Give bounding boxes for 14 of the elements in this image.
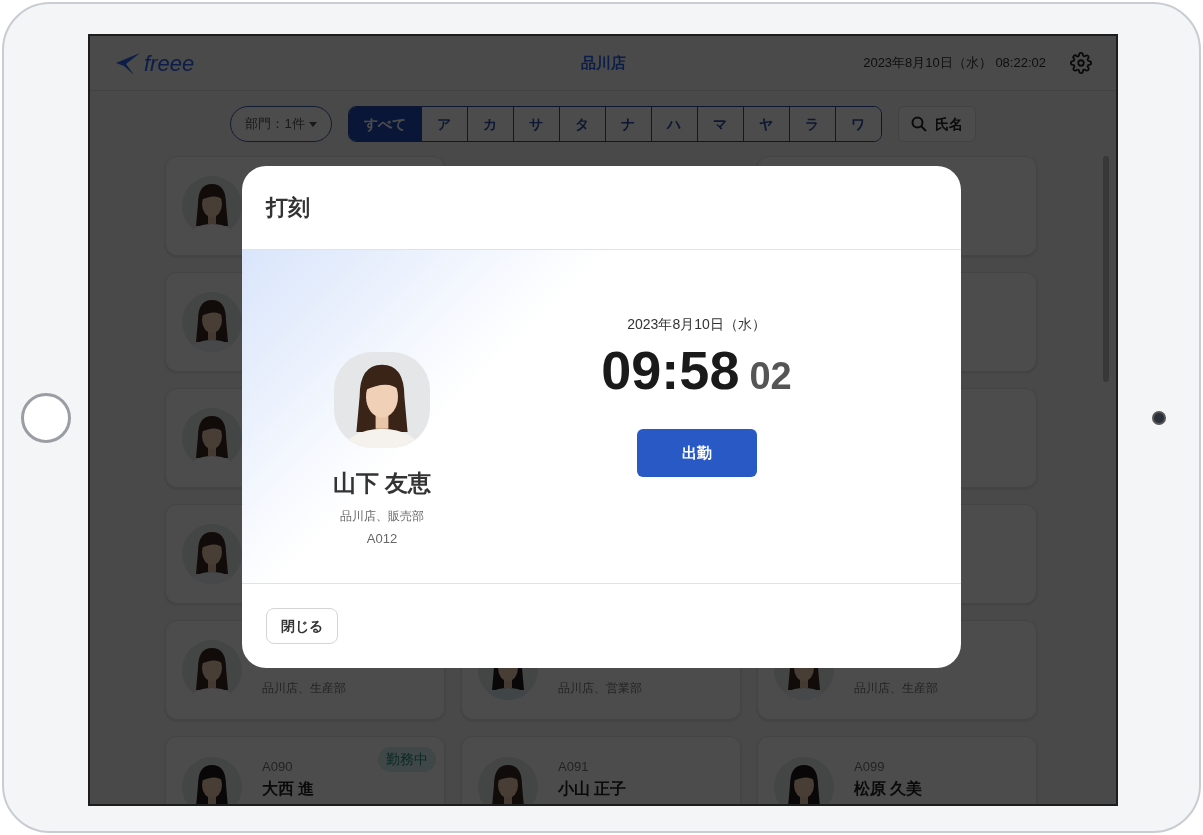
current-time: 09:58	[601, 343, 740, 397]
employee-name: 大西 進	[262, 778, 316, 799]
employee-name: 山下 友恵	[332, 469, 432, 498]
clock-in-button[interactable]: 出勤	[636, 429, 757, 477]
current-date: 2023年8月10日（水）	[627, 315, 766, 334]
close-button[interactable]: 閉じる	[266, 608, 338, 644]
employee-department: 品川店、販売部	[340, 507, 424, 525]
dialog-title: 打刻	[266, 194, 310, 222]
employee-name: 松原 久美	[854, 778, 924, 799]
employee-name: 小山 正子	[558, 778, 628, 799]
logo-text: freee	[144, 49, 195, 78]
employee-id: A012	[366, 529, 398, 548]
current-seconds: 02	[749, 357, 792, 395]
store-title: 品川店	[580, 52, 626, 73]
